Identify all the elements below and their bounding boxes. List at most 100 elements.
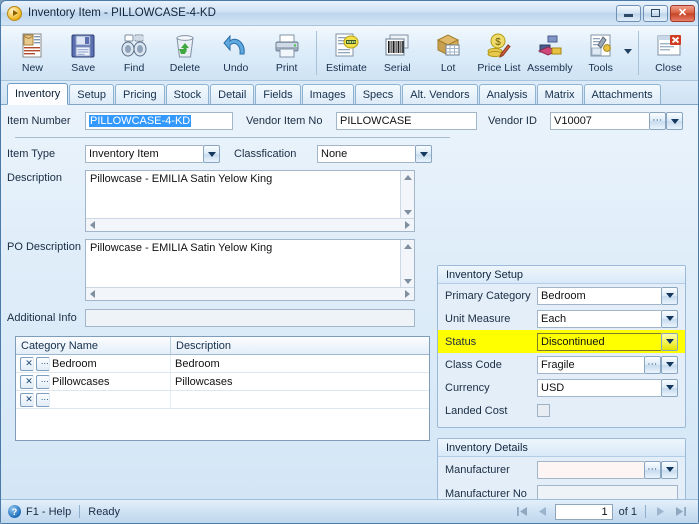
table-row[interactable]: ✕ ⋯ xyxy=(16,391,429,409)
status-value[interactable]: Discontinued xyxy=(537,332,661,351)
manufacturer-combo[interactable]: ⋯ xyxy=(537,460,678,479)
restore-button[interactable] xyxy=(643,4,668,22)
tab-specs[interactable]: Specs xyxy=(354,84,402,104)
class-code-lookup-button[interactable]: ⋯ xyxy=(644,355,661,374)
first-record-button[interactable] xyxy=(515,505,529,519)
toolbar-button-assembly[interactable]: Assembly xyxy=(524,29,575,79)
manufacturer-no-input[interactable] xyxy=(537,485,678,499)
classification-dropdown-arrow-icon[interactable] xyxy=(415,145,432,163)
description-horizontal-scrollbar[interactable] xyxy=(86,218,414,231)
tab-pricing[interactable]: Pricing xyxy=(115,84,165,104)
manufacturer-value[interactable] xyxy=(537,460,644,479)
minimize-button[interactable] xyxy=(616,4,641,22)
next-record-button[interactable] xyxy=(654,505,668,519)
status-combo[interactable]: Discontinued xyxy=(537,332,678,351)
currency-value[interactable]: USD xyxy=(537,378,661,397)
toolbar-button-close[interactable]: Close xyxy=(643,29,694,79)
table-row[interactable]: ✕ ⋯ Pillowcases Pillowcases xyxy=(16,373,429,391)
tab-stock[interactable]: Stock xyxy=(165,84,210,104)
tab-fields[interactable]: Fields xyxy=(255,84,301,104)
toolbar-button-lot[interactable]: Lot xyxy=(423,29,474,79)
previous-record-button[interactable] xyxy=(535,505,549,519)
row-lookup-button[interactable]: ⋯ xyxy=(36,356,50,371)
currency-dropdown-arrow-icon[interactable] xyxy=(661,378,678,397)
tab-analysis[interactable]: Analysis xyxy=(478,84,536,104)
item-type-combo[interactable]: Inventory Item xyxy=(85,145,220,163)
table-row[interactable]: ✕ ⋯ Bedroom Bedroom xyxy=(16,355,429,373)
class-code-combo[interactable]: Fragile ⋯ xyxy=(537,355,678,374)
row-delete-button[interactable]: ✕ xyxy=(20,374,34,389)
row-lookup-button[interactable]: ⋯ xyxy=(36,392,50,407)
status-dropdown-arrow-icon[interactable] xyxy=(661,332,678,351)
tab-inventory[interactable]: Inventory xyxy=(7,83,69,105)
manufacturer-dropdown-arrow-icon[interactable] xyxy=(661,460,678,479)
description-scroll-left-icon[interactable] xyxy=(86,219,99,231)
toolbar-button-serial[interactable]: Serial xyxy=(372,29,423,79)
description-vertical-scrollbar[interactable] xyxy=(400,171,414,218)
toolbar-button-save[interactable]: Save xyxy=(58,29,109,79)
primary-category-combo[interactable]: Bedroom xyxy=(537,286,678,305)
column-header-description[interactable]: Description xyxy=(171,337,429,354)
tab-matrix[interactable]: Matrix xyxy=(536,84,583,104)
toolbar-button-undo[interactable]: Undo xyxy=(210,29,261,79)
classification-combo[interactable]: None xyxy=(317,145,432,163)
primary-category-value[interactable]: Bedroom xyxy=(537,286,661,305)
item-number-value: PILLOWCASE-4-KD xyxy=(89,115,192,127)
item-type-dropdown-arrow-icon[interactable] xyxy=(203,145,220,163)
po-description-memo[interactable]: Pillowcase - EMILIA Satin Yelow King xyxy=(85,239,415,301)
currency-combo[interactable]: USD xyxy=(537,378,678,397)
additional-info-input[interactable] xyxy=(85,309,415,327)
unit-measure-dropdown-arrow-icon[interactable] xyxy=(661,309,678,328)
item-number-input[interactable]: PILLOWCASE-4-KD xyxy=(85,112,233,130)
help-icon[interactable]: ? xyxy=(8,505,21,518)
category-grid[interactable]: Category Name Description ✕ ⋯ Bedroom Be… xyxy=(15,336,430,441)
toolbar-button-estimate[interactable]: Estimate xyxy=(321,29,372,79)
toolbar-button-price-list[interactable]: $ Price List xyxy=(474,29,525,79)
row-delete-button[interactable]: ✕ xyxy=(20,356,34,371)
vendor-id-lookup-button[interactable]: ⋯ xyxy=(649,112,666,130)
tab-alt-vendors[interactable]: Alt. Vendors xyxy=(402,84,478,104)
current-page-input[interactable]: 1 xyxy=(554,503,613,520)
po-description-scroll-right-icon[interactable] xyxy=(401,288,414,300)
unit-measure-combo[interactable]: Each xyxy=(537,309,678,328)
close-button[interactable]: ✕ xyxy=(670,4,695,22)
column-header-category-name[interactable]: Category Name xyxy=(16,337,171,354)
restore-icon xyxy=(651,9,660,17)
po-description-scroll-left-icon[interactable] xyxy=(86,288,99,300)
class-code-dropdown-arrow-icon[interactable] xyxy=(661,355,678,374)
classification-value[interactable]: None xyxy=(317,145,415,163)
row-lookup-button[interactable]: ⋯ xyxy=(36,374,50,389)
toolbar-button-tools[interactable]: Tools xyxy=(575,29,626,79)
description-memo[interactable]: Pillowcase - EMILIA Satin Yelow King xyxy=(85,170,415,232)
primary-category-dropdown-arrow-icon[interactable] xyxy=(661,286,678,305)
unit-measure-value[interactable]: Each xyxy=(537,309,661,328)
vendor-item-no-input[interactable]: PILLOWCASE xyxy=(336,112,477,130)
po-description-vertical-scrollbar[interactable] xyxy=(400,240,414,287)
class-code-value[interactable]: Fragile xyxy=(537,355,644,374)
help-text[interactable]: F1 - Help xyxy=(26,506,71,518)
last-record-button[interactable] xyxy=(674,505,688,519)
tab-attachments[interactable]: Attachments xyxy=(583,84,661,104)
po-description-horizontal-scrollbar[interactable] xyxy=(86,287,414,300)
description-scroll-down-icon[interactable] xyxy=(401,206,414,218)
vendor-id-combo[interactable]: V10007 ⋯ xyxy=(550,112,683,130)
item-type-value[interactable]: Inventory Item xyxy=(85,145,203,163)
tab-detail[interactable]: Detail xyxy=(210,84,255,104)
vendor-id-dropdown-arrow-icon[interactable] xyxy=(666,112,683,130)
vendor-id-input[interactable]: V10007 xyxy=(550,112,649,130)
tab-setup[interactable]: Setup xyxy=(69,84,114,104)
toolbar-button-delete[interactable]: Delete xyxy=(160,29,211,79)
description-scroll-right-icon[interactable] xyxy=(401,219,414,231)
tab-images[interactable]: Images xyxy=(301,84,354,104)
toolbar-button-new[interactable]: New xyxy=(7,29,58,79)
toolbar-button-find[interactable]: Find xyxy=(109,29,160,79)
po-description-scroll-up-icon[interactable] xyxy=(401,240,414,252)
toolbar-button-print[interactable]: Print xyxy=(261,29,312,79)
row-delete-button[interactable]: ✕ xyxy=(20,392,34,407)
landed-cost-checkbox[interactable] xyxy=(537,404,550,417)
tools-dropdown-arrow-icon[interactable] xyxy=(624,49,633,54)
assembly-blocks-icon xyxy=(536,31,564,61)
description-scroll-up-icon[interactable] xyxy=(401,171,414,183)
manufacturer-lookup-button[interactable]: ⋯ xyxy=(644,460,661,479)
po-description-scroll-down-icon[interactable] xyxy=(401,275,414,287)
